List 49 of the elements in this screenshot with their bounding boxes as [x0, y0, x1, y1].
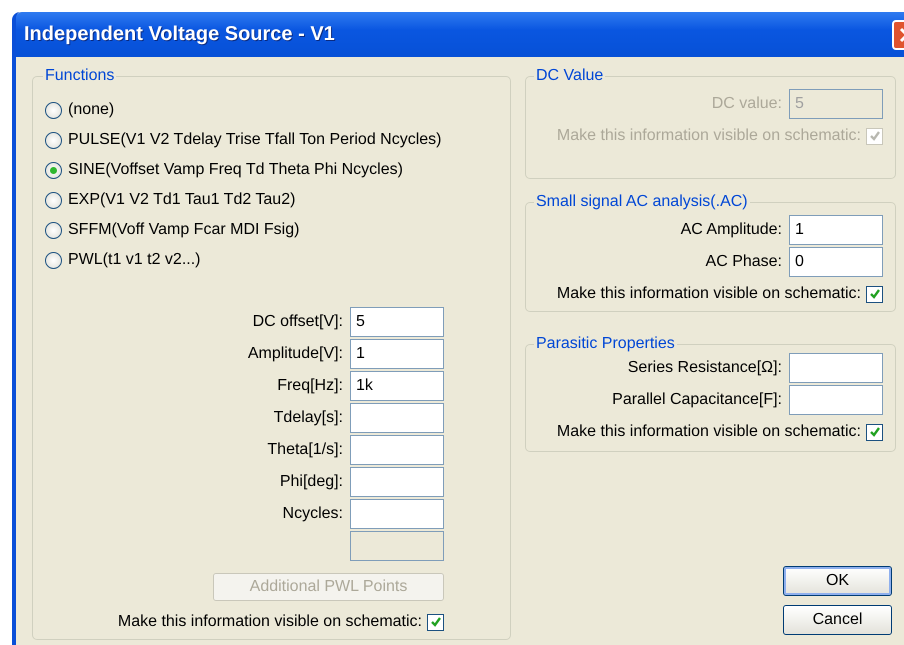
input-field[interactable]	[789, 385, 883, 415]
input-field[interactable]	[350, 403, 444, 433]
input-field[interactable]	[350, 467, 444, 497]
window-title: Independent Voltage Source - V1	[24, 23, 335, 46]
field-label: Freq[Hz]:	[276, 377, 343, 395]
checkbox-label: Make this information visible on schematic:	[556, 285, 861, 303]
input-field[interactable]: 5	[350, 307, 444, 337]
field-label: Theta[1/s]:	[266, 441, 343, 459]
input-field[interactable]: 0	[789, 247, 883, 277]
radio-button[interactable]	[45, 252, 62, 268]
field-label: Ncycles:	[282, 505, 343, 523]
input-field[interactable]: 1k	[350, 371, 444, 401]
checkbox-label: Make this information visible on schematic:	[556, 127, 861, 145]
radio-option[interactable]: EXP(V1 V2 Td1 Tau1 Td2 Tau2)	[45, 189, 500, 211]
field-label: Series Resistance[Ω]:	[626, 359, 782, 377]
radio-option[interactable]: PULSE(V1 V2 Tdelay Trise Tfall Ton Period Ncycles)	[45, 129, 500, 151]
field-label: Tdelay[s]:	[272, 409, 343, 427]
field-label: DC offset[V]:	[252, 313, 343, 331]
checkbox-label: Make this information visible on schematic:	[118, 613, 422, 631]
radio-button[interactable]	[45, 102, 62, 118]
input-field[interactable]	[789, 353, 883, 383]
checkbox-label: Make this information visible on schematic:	[556, 423, 861, 441]
radio-option[interactable]: PWL(t1 v1 t2 v2...)	[45, 249, 500, 271]
input-field[interactable]	[350, 435, 444, 465]
group-title: Functions	[44, 67, 116, 85]
field-label: AC Amplitude:	[680, 221, 782, 239]
cancel-button[interactable]: Cancel	[783, 605, 892, 635]
group-title: Small signal AC analysis(.AC)	[535, 193, 749, 211]
input-field[interactable]	[350, 499, 444, 529]
field-label: DC value:	[712, 95, 782, 113]
field-label: AC Phase:	[704, 253, 782, 271]
input-field[interactable]: 1	[350, 339, 444, 369]
radio-button[interactable]	[45, 192, 62, 208]
field-label: Phi[deg]:	[278, 473, 343, 491]
radio-button[interactable]	[45, 222, 62, 238]
radio-option[interactable]: SINE(Voffset Vamp Freq Td Theta Phi Ncycles)	[45, 159, 500, 181]
input-field[interactable]: 1	[789, 215, 883, 245]
radio-option[interactable]: SFFM(Voff Vamp Fcar MDI Fsig)	[45, 219, 500, 241]
checkbox[interactable]	[866, 424, 883, 440]
radio-option[interactable]: (none)	[45, 99, 500, 121]
field-label: Amplitude[V]:	[248, 345, 343, 363]
group-title: DC Value	[535, 67, 604, 85]
radio-button[interactable]	[45, 132, 62, 148]
group-title: Parasitic Properties	[535, 335, 676, 353]
field-label: Parallel Capacitance[F]:	[612, 391, 782, 409]
checkbox[interactable]	[866, 286, 883, 302]
radio-button[interactable]	[45, 162, 62, 178]
checkbox[interactable]	[427, 614, 444, 630]
ok-button[interactable]: OK	[783, 566, 892, 596]
